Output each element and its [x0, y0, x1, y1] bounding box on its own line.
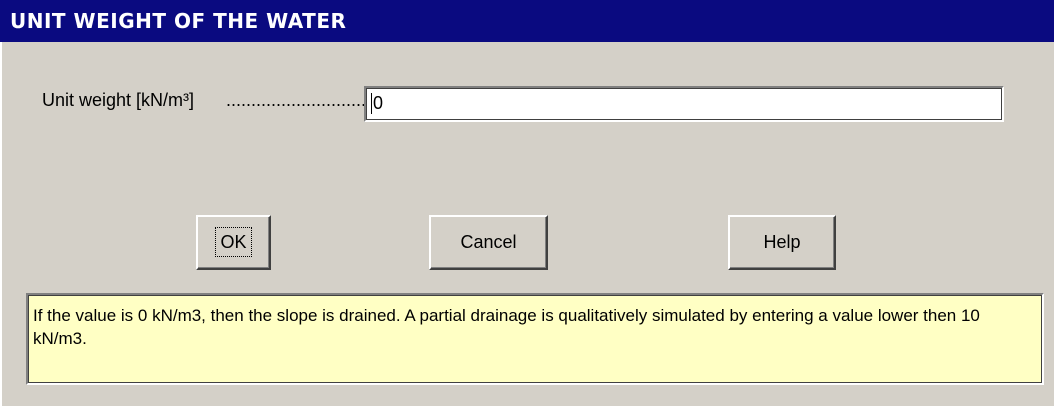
ok-button[interactable]: OK	[196, 215, 271, 270]
cancel-button[interactable]: Cancel	[429, 215, 548, 270]
unit-weight-dialog: UNIT WEIGHT OF THE WATER Unit weight [kN…	[0, 0, 1054, 406]
unit-weight-input[interactable]: 0	[364, 86, 1004, 122]
window-title: UNIT WEIGHT OF THE WATER	[10, 9, 347, 33]
unit-weight-label: Unit weight [kN/m³]	[42, 90, 195, 110]
title-bar[interactable]: UNIT WEIGHT OF THE WATER	[0, 0, 1054, 42]
ok-button-label: OK	[215, 227, 252, 257]
unit-weight-value: 0	[371, 93, 384, 114]
cancel-button-label: Cancel	[460, 232, 517, 252]
help-button-label: Help	[763, 232, 801, 252]
leader-dots: ........................................…	[226, 90, 364, 110]
help-button[interactable]: Help	[728, 215, 836, 270]
info-message-text: If the value is 0 kN/m3, then the slope …	[33, 306, 980, 348]
info-message-box: If the value is 0 kN/m3, then the slope …	[26, 293, 1044, 385]
dialog-frame-edge	[0, 42, 2, 406]
